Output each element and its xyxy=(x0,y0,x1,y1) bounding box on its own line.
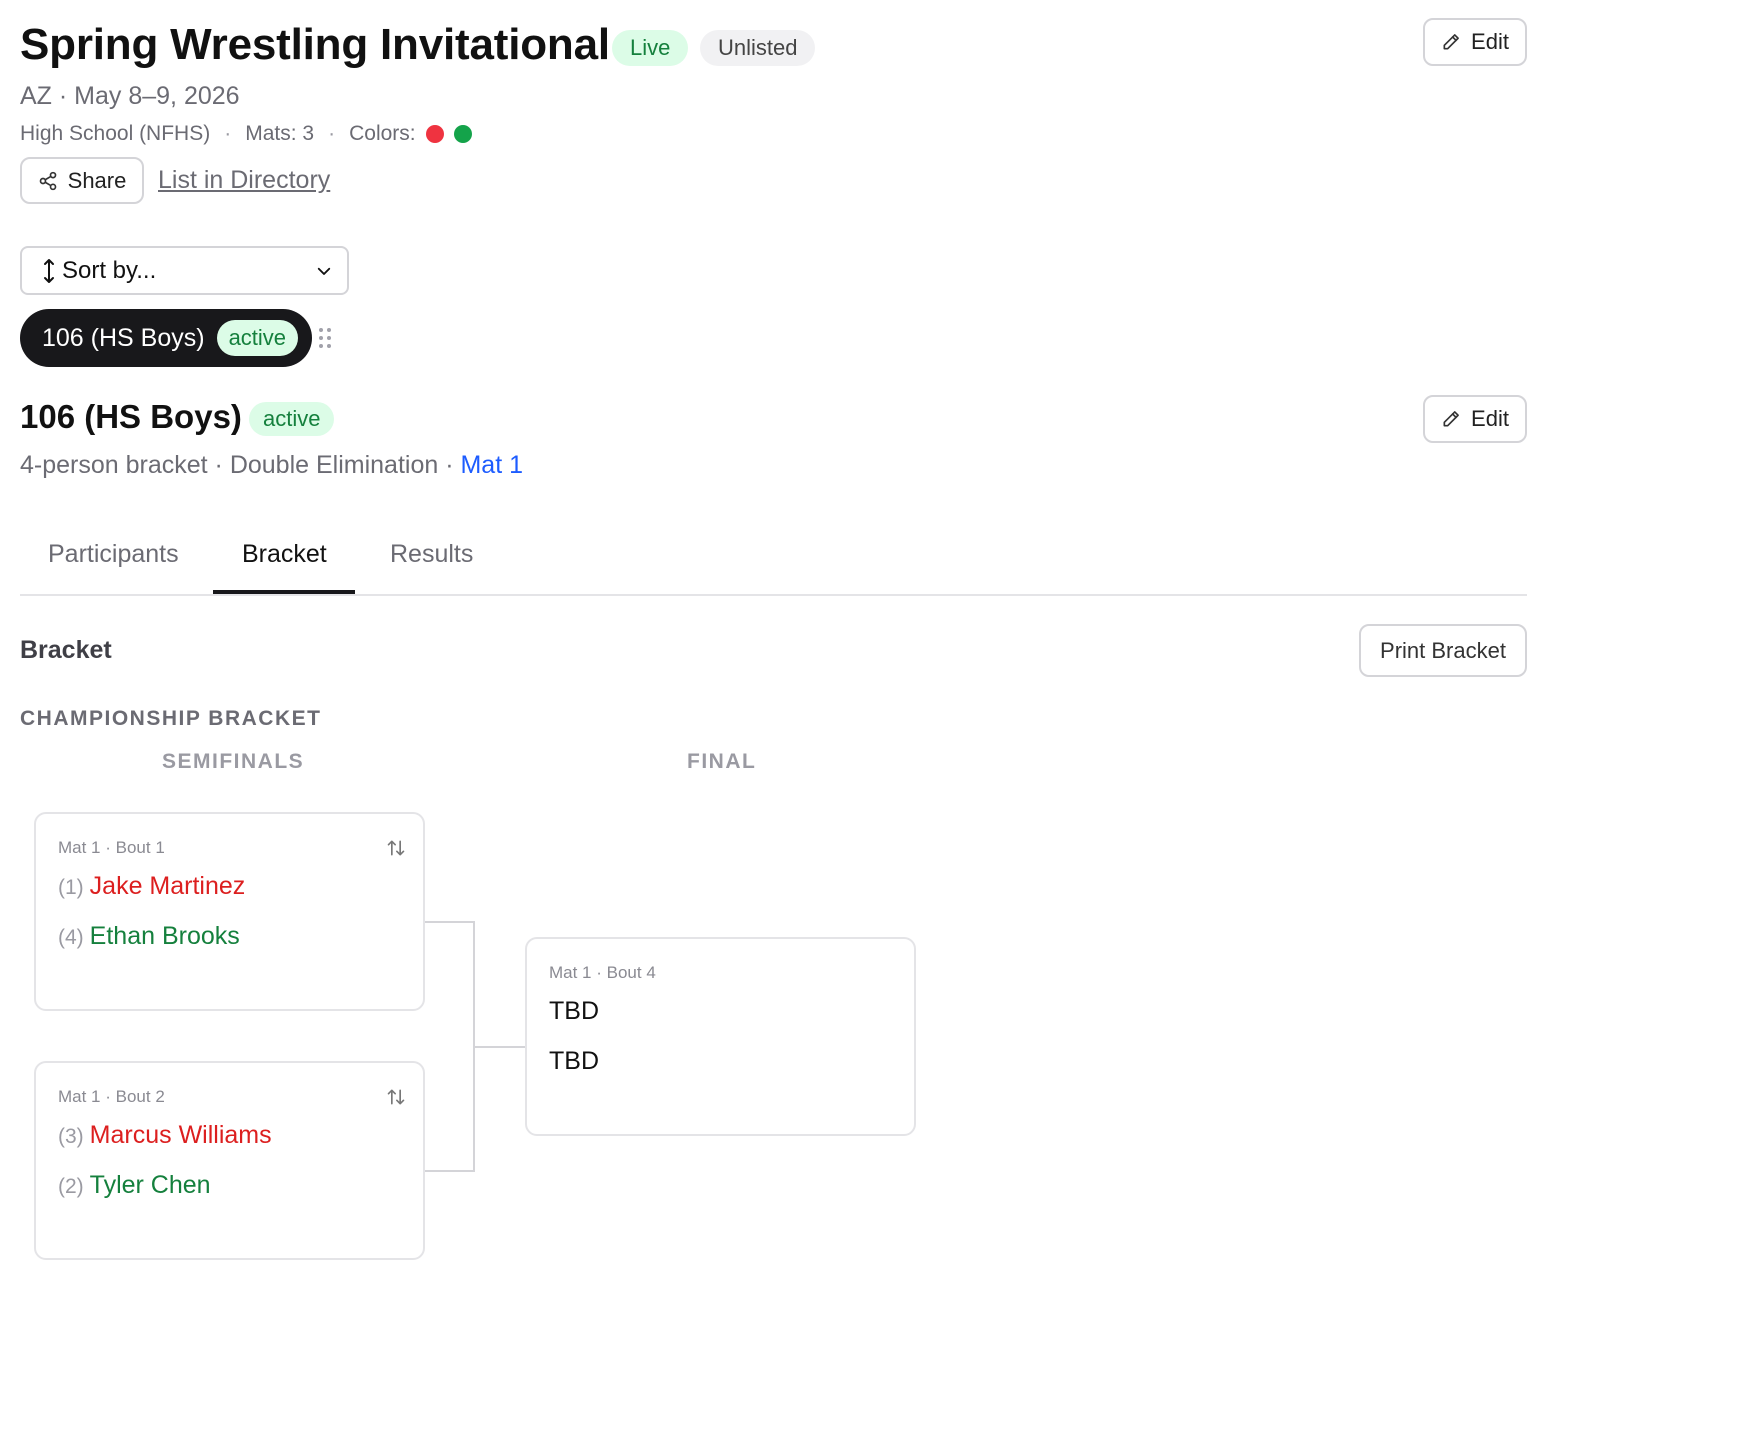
bracket-connector xyxy=(425,921,475,923)
tab-participants[interactable]: Participants xyxy=(48,540,179,569)
pencil-icon xyxy=(1443,34,1459,50)
championship-bracket-heading: CHAMPIONSHIP BRACKET xyxy=(20,707,322,730)
seed: (2) xyxy=(58,1175,84,1198)
sort-select[interactable]: Sort by... xyxy=(20,246,349,295)
wrestler-name: Tyler Chen xyxy=(89,1171,211,1199)
edit-label: Edit xyxy=(1471,29,1509,54)
share-button[interactable]: Share xyxy=(20,157,144,204)
wrestler-row: (3) Marcus Williams xyxy=(58,1121,272,1150)
wrestler-row: TBD xyxy=(549,1047,599,1075)
print-bracket-button[interactable]: Print Bracket xyxy=(1359,624,1527,677)
chip-status-badge: active xyxy=(216,320,299,356)
edit-label: Edit xyxy=(1471,406,1509,431)
edit-tournament-button[interactable]: Edit xyxy=(1423,18,1527,66)
tab-results[interactable]: Results xyxy=(390,540,473,569)
share-label: Share xyxy=(67,167,127,193)
wrestler-row: (2) Tyler Chen xyxy=(58,1171,211,1200)
round-semifinals: SEMIFINALS xyxy=(162,750,305,773)
tournament-title: Spring Wrestling Invitational xyxy=(20,20,610,69)
wrestler-row: TBD xyxy=(549,997,599,1025)
tabs-divider xyxy=(20,594,1527,596)
separator: · xyxy=(224,122,232,145)
unlisted-badge: Unlisted xyxy=(700,30,816,66)
sort-label: Sort by... xyxy=(62,256,157,284)
tournament-meta: High School (NFHS) · Mats: 3 · Colors: xyxy=(20,122,472,146)
mats-text: Mats: 3 xyxy=(245,122,315,145)
drag-handle-icon[interactable] xyxy=(318,327,332,349)
match-card-bout-4[interactable]: Mat 1 · Bout 4 TBD TBD xyxy=(525,937,916,1136)
separator: · xyxy=(328,122,336,145)
edit-division-button[interactable]: Edit xyxy=(1423,395,1527,443)
match-header: Mat 1 · Bout 2 xyxy=(58,1087,165,1106)
seed: (3) xyxy=(58,1125,84,1148)
wrestler-name: Jake Martinez xyxy=(89,872,246,900)
location-date: AZ · May 8–9, 2026 xyxy=(20,82,240,110)
color-swatch-green xyxy=(453,125,472,143)
swap-icon[interactable] xyxy=(386,1087,406,1107)
colors-label: Colors: xyxy=(349,122,416,145)
pencil-icon xyxy=(1443,411,1459,427)
mat-link[interactable]: Mat 1 xyxy=(460,451,523,479)
chip-label: 106 (HS Boys) xyxy=(42,323,205,352)
match-card-bout-1[interactable]: Mat 1 · Bout 1 (1) Jake Martinez (4) Ethan… xyxy=(34,812,425,1011)
level-text: High School (NFHS) xyxy=(20,122,211,145)
list-in-directory-link[interactable]: List in Directory xyxy=(158,166,330,195)
match-card-bout-2[interactable]: Mat 1 · Bout 2 (3) Marcus Williams (2) Tyl… xyxy=(34,1061,425,1260)
division-summary-text: 4-person bracket · Double Elimination · xyxy=(20,451,461,479)
wrestler-row: (1) Jake Martinez xyxy=(58,872,245,901)
seed: (4) xyxy=(58,926,84,949)
swap-icon[interactable] xyxy=(386,838,406,858)
wrestler-row: (4) Ethan Brooks xyxy=(58,922,240,951)
match-header: Mat 1 · Bout 4 xyxy=(549,963,656,982)
bracket-section-title: Bracket xyxy=(20,636,112,664)
match-header: Mat 1 · Bout 1 xyxy=(58,838,165,857)
bracket-connector xyxy=(473,1046,525,1048)
share-icon xyxy=(39,171,56,190)
wrestler-name: Marcus Williams xyxy=(89,1121,272,1149)
wrestler-name: Ethan Brooks xyxy=(89,922,240,950)
division-status-badge: active xyxy=(249,402,335,436)
division-title: 106 (HS Boys) xyxy=(20,398,242,435)
division-summary: 4-person bracket · Double Elimination · … xyxy=(20,451,523,480)
round-final: FINAL xyxy=(687,750,757,773)
weight-class-chip[interactable]: 106 (HS Boys) active xyxy=(20,309,312,367)
tab-bracket[interactable]: Bracket xyxy=(242,540,327,569)
live-badge: Live xyxy=(612,30,689,66)
active-tab-indicator xyxy=(213,590,355,594)
bracket-connector xyxy=(425,1170,475,1172)
seed: (1) xyxy=(58,876,84,899)
chevron-down-icon xyxy=(317,267,331,275)
sort-arrows-icon xyxy=(44,258,54,283)
color-swatch-red xyxy=(425,125,444,143)
